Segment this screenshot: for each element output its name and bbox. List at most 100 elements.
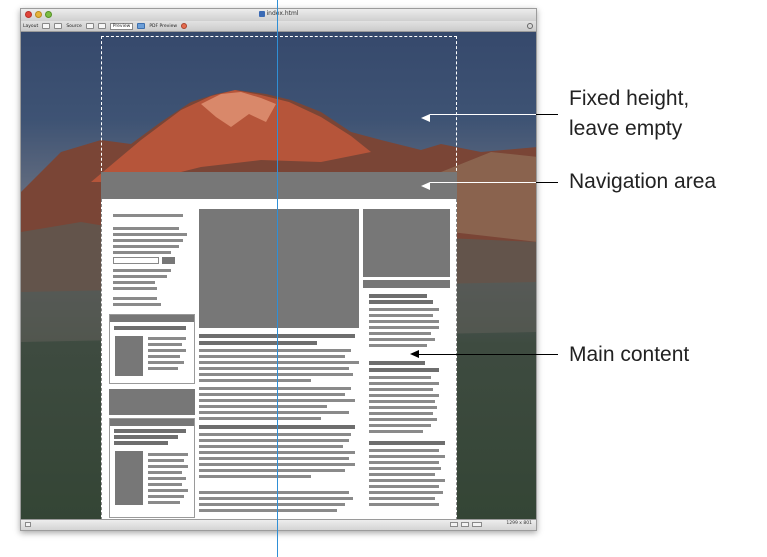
widget-text-line — [148, 349, 186, 352]
preview-mode-button[interactable] — [137, 23, 146, 29]
main-text-line — [199, 439, 349, 442]
main-text-line — [199, 509, 337, 512]
sidebar-heading-line — [369, 361, 425, 365]
main-text-line — [199, 379, 311, 382]
widget-text-line — [148, 477, 186, 480]
widget-text-line — [148, 343, 182, 346]
header-arrow-icon — [421, 114, 430, 122]
sidebar-text-line — [369, 485, 439, 488]
sidebar-text-line — [369, 430, 423, 433]
widget-header — [110, 315, 194, 322]
main-text-line — [199, 387, 351, 390]
status-control[interactable] — [450, 522, 458, 527]
widget-text-line — [148, 355, 180, 358]
left-text-line — [113, 227, 179, 230]
widget-text-line — [148, 453, 188, 456]
main-text-line — [199, 411, 349, 414]
left-text-line — [113, 297, 157, 300]
header-callout-line2: leave empty — [569, 117, 683, 140]
sidebar-text-line — [369, 497, 435, 500]
sidebar-text-line — [369, 473, 435, 476]
preview-mode-label[interactable]: Preview — [109, 22, 134, 30]
left-text-line — [113, 281, 155, 284]
status-control[interactable] — [461, 522, 469, 527]
left-text-line — [113, 275, 167, 278]
main-image-placeholder — [199, 209, 359, 328]
main-callout: Main content — [569, 343, 690, 366]
main-text-line — [199, 469, 345, 472]
widget-text-line — [148, 361, 184, 364]
sidebar-text-line — [369, 376, 431, 379]
widget-text-line — [148, 367, 178, 370]
sidebar-text-line — [369, 406, 437, 409]
sidebar-text-line — [369, 455, 445, 458]
sidebar-text-line — [369, 388, 433, 391]
sidebar-text-line — [369, 344, 427, 347]
viewport-size[interactable]: 1299 x 801 — [506, 521, 532, 526]
sidebar-heading-line — [369, 368, 439, 372]
sidebar-heading-line — [369, 441, 445, 445]
main-text-line — [199, 361, 359, 364]
main-text-line — [199, 475, 311, 478]
layout-mode-button[interactable] — [42, 23, 51, 29]
window-title: index.html — [21, 10, 536, 17]
widget-title-line — [114, 326, 186, 330]
window-title-text: index.html — [266, 10, 299, 17]
browser-window: index.html Layout Source Preview PDF Pre… — [20, 8, 537, 531]
widget-thumbnail — [115, 451, 143, 505]
header-callout-line1: Fixed height, — [569, 87, 690, 110]
split-view-button[interactable] — [54, 23, 63, 29]
main-text-line — [199, 417, 321, 420]
sidebar-heading-line — [369, 300, 433, 304]
gear-icon[interactable] — [527, 23, 533, 29]
widget-text-line — [148, 465, 188, 468]
main-text-line — [199, 503, 345, 506]
sidebar-text-line — [369, 412, 433, 415]
columns-button[interactable] — [97, 23, 106, 29]
preview-viewport — [21, 32, 536, 520]
sidebar-text-line — [369, 461, 439, 464]
pdf-preview-icon[interactable] — [181, 23, 188, 29]
main-text-line — [199, 433, 351, 436]
widget-title-line — [114, 435, 178, 439]
source-mode-button[interactable] — [85, 23, 94, 29]
left-text-line — [113, 245, 179, 248]
main-callout-line — [418, 354, 558, 355]
left-text-line — [113, 303, 161, 306]
main-text-line — [199, 491, 349, 494]
main-text-line — [199, 373, 353, 376]
sidebar-text-line — [369, 503, 439, 506]
widget-thumbnail — [115, 336, 143, 376]
sidebar-text-line — [369, 418, 437, 421]
widget-text-line — [148, 501, 180, 504]
page-body — [101, 199, 457, 520]
sidebar-text-line — [369, 424, 431, 427]
main-text-line — [199, 457, 349, 460]
status-menu-icon[interactable] — [25, 522, 31, 527]
sidebar-text-line — [369, 326, 439, 329]
widget-text-line — [148, 337, 186, 340]
sidebar-text-line — [369, 320, 439, 323]
sidebar-text-line — [369, 449, 439, 452]
widget-text-line — [148, 495, 184, 498]
nav-callout: Navigation area — [569, 170, 717, 193]
widget-text-line — [148, 489, 188, 492]
widget-text-line — [148, 471, 182, 474]
sidebar-text-line — [369, 338, 435, 341]
layout-mode-label[interactable]: Layout — [23, 24, 38, 29]
sidebar-text-line — [369, 491, 443, 494]
navigation-bar — [101, 172, 457, 199]
left-widget-box-2 — [109, 418, 195, 518]
pdf-preview-label[interactable]: PDF Preview — [149, 24, 177, 29]
source-mode-label[interactable]: Source — [66, 24, 81, 29]
search-button[interactable] — [162, 257, 175, 264]
sidebar-text-line — [369, 382, 439, 385]
left-text-line — [113, 233, 187, 236]
main-text-line — [199, 393, 345, 396]
view-toolbar: Layout Source Preview PDF Preview — [21, 21, 536, 32]
sidebar-heading-line — [369, 294, 427, 298]
status-control[interactable] — [472, 522, 482, 527]
html-document-icon — [258, 10, 265, 17]
widget-text-line — [148, 483, 182, 486]
search-input[interactable] — [113, 257, 159, 264]
